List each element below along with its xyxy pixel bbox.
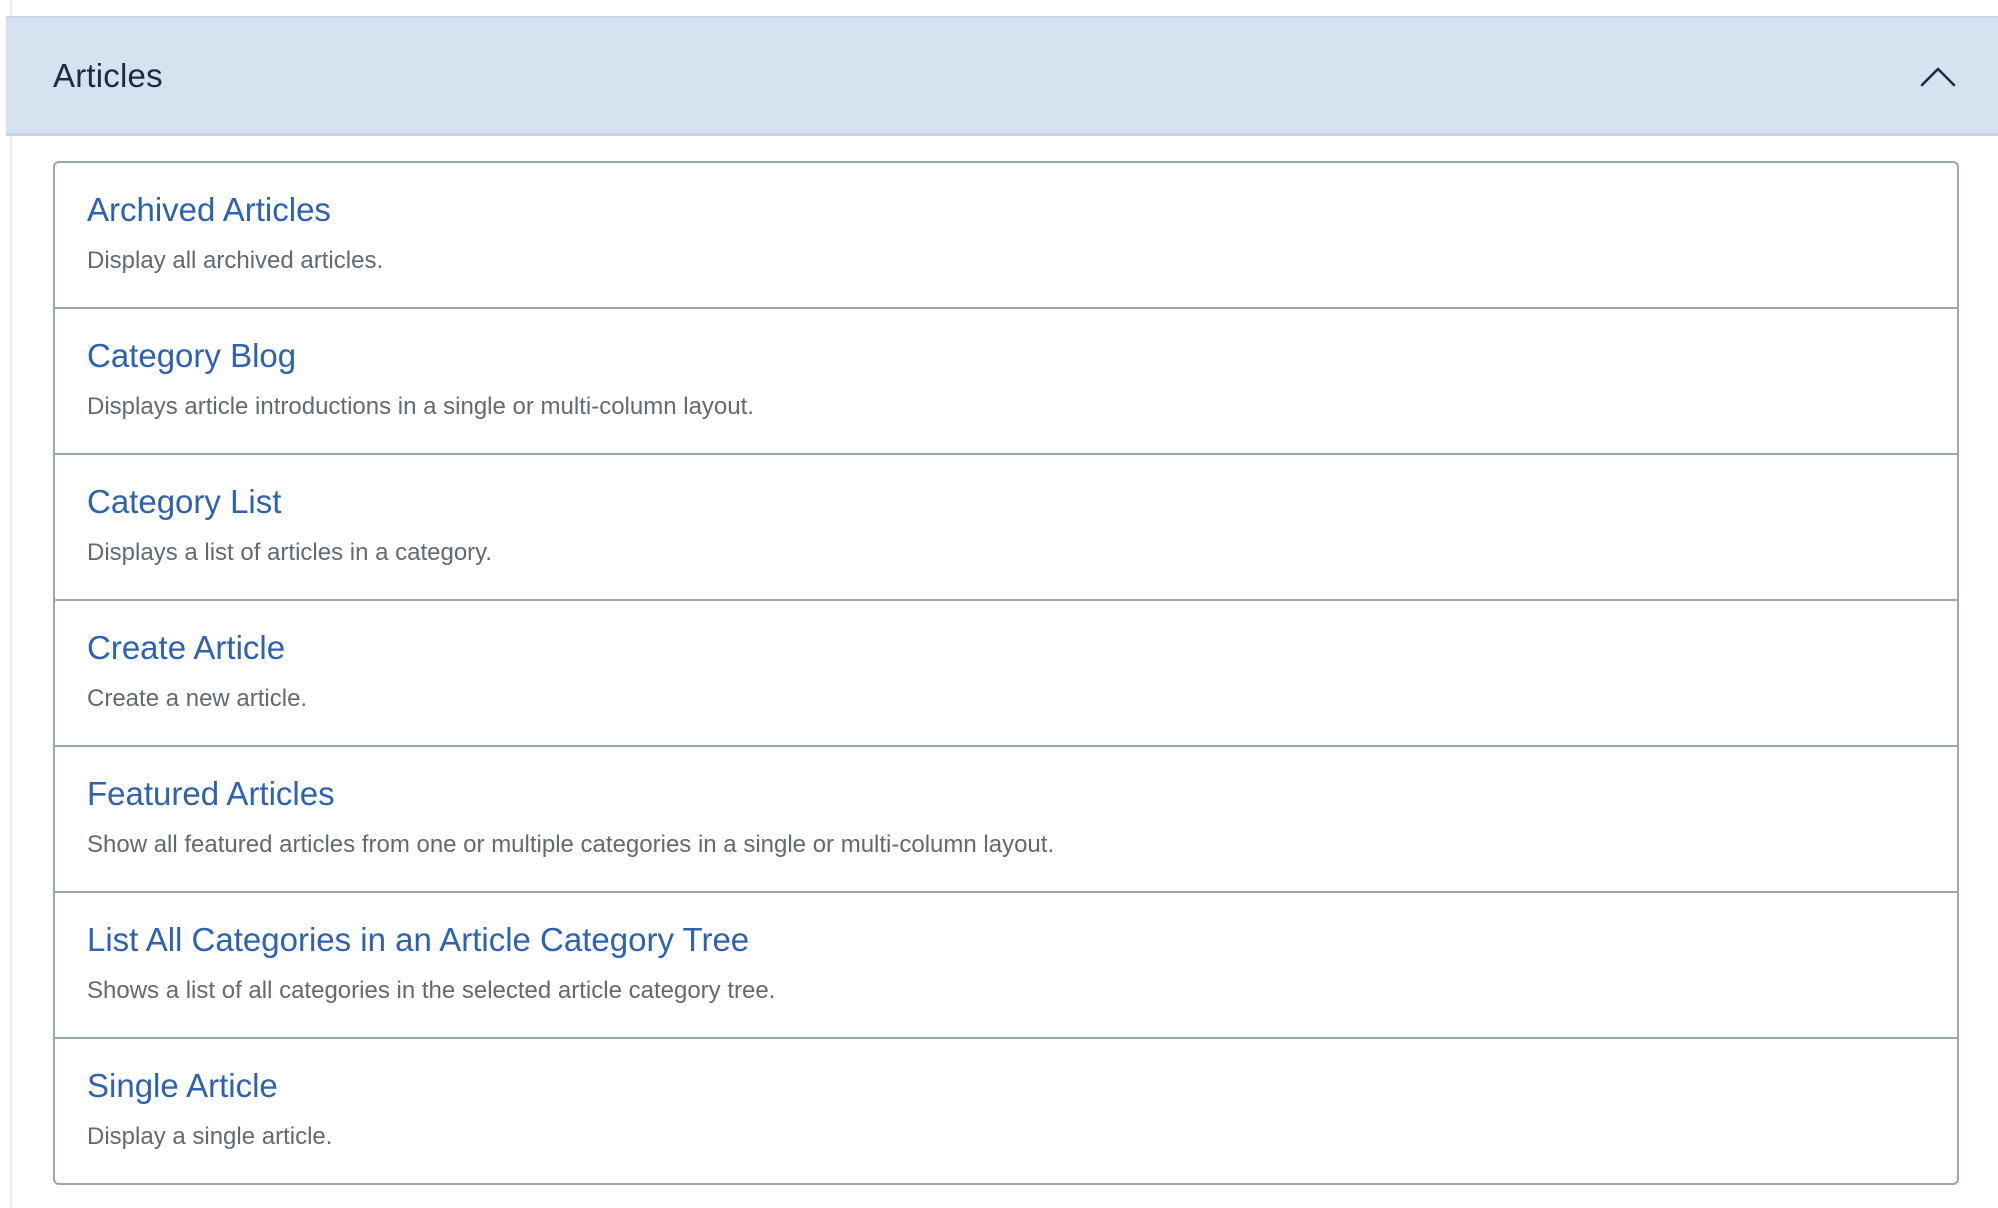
single-article-link[interactable]: Single Article <box>87 1067 278 1105</box>
list-item[interactable]: Category Blog Displays article introduct… <box>55 309 1957 455</box>
list-item[interactable]: Featured Articles Show all featured arti… <box>55 747 1957 893</box>
item-description: Show all featured articles from one or m… <box>87 831 1055 858</box>
featured-articles-link[interactable]: Featured Articles <box>87 775 335 813</box>
list-item[interactable]: Category List Displays a list of article… <box>55 455 1957 601</box>
list-item[interactable]: Single Article Display a single article. <box>55 1039 1957 1183</box>
left-divider <box>10 0 12 1208</box>
item-description: Displays article introductions in a sing… <box>87 393 754 420</box>
list-item[interactable]: Archived Articles Display all archived a… <box>55 163 1957 309</box>
category-blog-link[interactable]: Category Blog <box>87 337 296 375</box>
accordion-header-articles[interactable]: Articles <box>6 16 1998 136</box>
chevron-up-icon[interactable] <box>1918 56 1958 96</box>
category-list-link[interactable]: Category List <box>87 483 281 521</box>
list-item[interactable]: Create Article Create a new article. <box>55 601 1957 747</box>
item-description: Display a single article. <box>87 1123 333 1150</box>
page: Articles Archived Articles Display all a… <box>0 0 1998 1208</box>
item-description: Display all archived articles. <box>87 247 384 274</box>
list-all-categories-link[interactable]: List All Categories in an Article Catego… <box>87 921 749 959</box>
list-item[interactable]: List All Categories in an Article Catego… <box>55 893 1957 1039</box>
item-description: Create a new article. <box>87 685 308 712</box>
archived-articles-link[interactable]: Archived Articles <box>87 191 331 229</box>
accordion-title: Articles <box>53 56 163 94</box>
create-article-link[interactable]: Create Article <box>87 629 285 667</box>
menu-item-type-list: Archived Articles Display all archived a… <box>53 161 1959 1185</box>
item-description: Displays a list of articles in a categor… <box>87 539 493 566</box>
item-description: Shows a list of all categories in the se… <box>87 977 776 1004</box>
